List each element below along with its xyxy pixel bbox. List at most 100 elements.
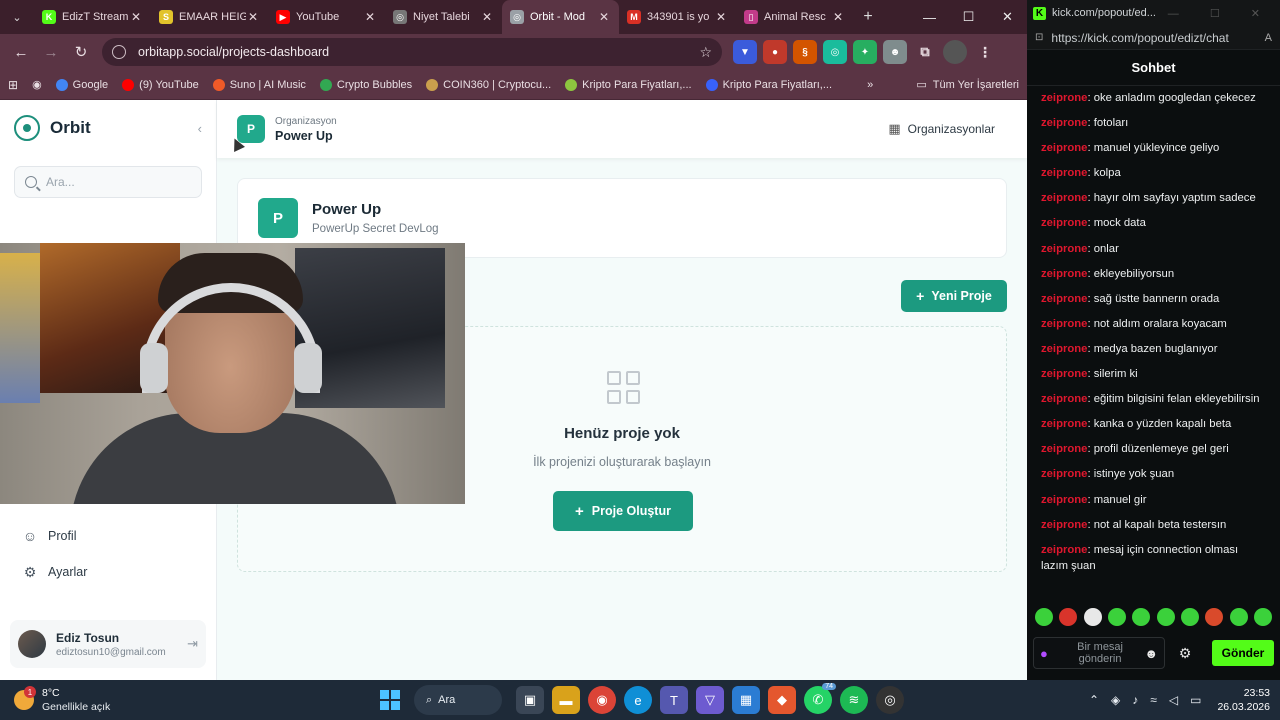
extension-leaf-icon[interactable]: ✦	[853, 40, 877, 64]
chat-message-input[interactable]: ● Bir mesaj gönderin ☻	[1033, 637, 1165, 669]
sidebar-item-ayarlar[interactable]: ⚙ Ayarlar	[0, 554, 216, 590]
chat-username[interactable]: zeiprone	[1041, 393, 1087, 405]
emote-icon[interactable]	[1107, 608, 1126, 626]
sidebar-search-input[interactable]: Ara...	[14, 166, 202, 198]
bookmark-item[interactable]: (9) YouTube	[122, 78, 199, 91]
tab-close-icon[interactable]: ✕	[363, 10, 377, 24]
chat-username[interactable]: zeiprone	[1041, 293, 1087, 305]
tab-close-icon[interactable]: ✕	[597, 10, 611, 24]
site-info-icon[interactable]	[112, 45, 126, 59]
clock[interactable]: 23:53 26.03.2026	[1217, 686, 1270, 714]
chat-username[interactable]: zeiprone	[1041, 544, 1087, 556]
file-explorer-icon[interactable]: ▬	[552, 686, 580, 714]
extension-flame-icon[interactable]: §	[793, 40, 817, 64]
collapse-sidebar-icon[interactable]: ‹	[198, 121, 202, 136]
emote-icon[interactable]	[1229, 608, 1248, 626]
browser-tab[interactable]: ▯ Animal Resc ✕	[736, 0, 853, 34]
battery-icon[interactable]: ▭	[1190, 693, 1201, 707]
chat-username[interactable]: zeiprone	[1041, 142, 1087, 154]
apps-grid-icon[interactable]: ⊞	[8, 78, 18, 92]
tray-chevron-icon[interactable]: ⌃	[1089, 693, 1099, 707]
chat-username[interactable]: zeiprone	[1041, 343, 1087, 355]
tray-app-icon[interactable]: ◈	[1111, 693, 1120, 707]
chat-username[interactable]: zeiprone	[1041, 268, 1087, 280]
browser-tab[interactable]: K EdizT Stream ✕	[34, 0, 151, 34]
store-icon[interactable]: ▦	[732, 686, 760, 714]
globe-icon[interactable]: ◉	[32, 78, 42, 91]
bookmark-item[interactable]: Crypto Bubbles	[319, 78, 412, 91]
browser-tab[interactable]: ◎ Orbit - Mod ✕	[502, 0, 619, 34]
emote-icon[interactable]	[1132, 608, 1151, 626]
chat-username[interactable]: zeiprone	[1041, 494, 1087, 506]
tab-close-icon[interactable]: ✕	[480, 10, 494, 24]
reload-button[interactable]: ↻	[66, 37, 96, 67]
task-view-icon[interactable]: ▣	[516, 686, 544, 714]
teams-icon[interactable]: T	[660, 686, 688, 714]
address-bar[interactable]: orbitapp.social/projects-dashboard ☆	[102, 38, 722, 66]
chat-username[interactable]: zeiprone	[1041, 92, 1087, 104]
tab-close-icon[interactable]: ✕	[246, 10, 260, 24]
back-button[interactable]: ←	[6, 37, 36, 67]
browser-tab[interactable]: S EMAAR HEIG ✕	[151, 0, 268, 34]
obs-icon[interactable]: ◎	[876, 686, 904, 714]
maximize-button[interactable]: ☐	[949, 0, 988, 34]
whatsapp-icon[interactable]: ✆ 74	[804, 683, 836, 714]
profile-avatar-icon[interactable]	[943, 40, 967, 64]
more-bookmarks-icon[interactable]: »	[867, 79, 873, 91]
start-button[interactable]	[380, 690, 400, 710]
emoji-icon[interactable]: ☻	[1144, 646, 1158, 661]
forward-button[interactable]: →	[36, 37, 66, 67]
chat-username[interactable]: zeiprone	[1041, 117, 1087, 129]
emote-icon[interactable]	[1205, 608, 1224, 626]
bookmark-item[interactable]: Suno | AI Music	[212, 78, 306, 91]
taskbar-search[interactable]: ⌕ Ara	[414, 685, 502, 715]
sidebar-item-profil[interactable]: ☺ Profil	[0, 518, 216, 554]
chat-username[interactable]: zeiprone	[1041, 192, 1087, 204]
tab-close-icon[interactable]: ✕	[714, 10, 728, 24]
bookmark-item[interactable]: Kripto Para Fiyatları,...	[705, 78, 832, 91]
send-button[interactable]: Gönder	[1212, 640, 1274, 666]
wifi-icon[interactable]: ≈	[1150, 693, 1157, 707]
reader-mode-icon[interactable]: A	[1265, 32, 1272, 44]
tab-close-icon[interactable]: ✕	[831, 10, 845, 24]
browser-tab[interactable]: ▶ YouTube ✕	[268, 0, 385, 34]
proton-vpn-icon[interactable]: ▽	[696, 686, 724, 714]
chat-username[interactable]: zeiprone	[1041, 519, 1087, 531]
volume-icon[interactable]: ◁	[1169, 693, 1178, 707]
all-bookmarks-folder[interactable]: ▭ Tüm Yer İşaretleri	[916, 78, 1019, 92]
tab-search-button[interactable]: ⌄	[0, 0, 34, 34]
chat-username[interactable]: zeiprone	[1041, 443, 1087, 455]
extension-fox-icon[interactable]: ●	[763, 40, 787, 64]
new-tab-button[interactable]: +	[853, 8, 883, 26]
extension-translate-icon[interactable]: ◎	[823, 40, 847, 64]
extension-face-icon[interactable]: ☻	[883, 40, 907, 64]
chat-username[interactable]: zeiprone	[1041, 167, 1087, 179]
logout-icon[interactable]: ⇥	[187, 636, 198, 652]
close-window-button[interactable]: ✕	[988, 0, 1027, 34]
browser-tab[interactable]: ◎ Niyet Talebi ✕	[385, 0, 502, 34]
browser-tab[interactable]: M 343901 is yo ✕	[619, 0, 736, 34]
edge-icon[interactable]: e	[624, 686, 652, 714]
create-project-button[interactable]: + Proje Oluştur	[553, 491, 693, 531]
user-profile-card[interactable]: Ediz Tosun ediztosun10@gmail.com ⇥	[10, 620, 206, 668]
emote-icon[interactable]	[1083, 608, 1102, 626]
bookmark-item[interactable]: Google	[55, 78, 108, 91]
bookmark-item[interactable]: COIN360 | Cryptocu...	[426, 78, 551, 91]
emote-icon[interactable]	[1180, 608, 1199, 626]
organizations-link[interactable]: ▦ Organizasyonlar	[888, 121, 1007, 137]
microphone-icon[interactable]: ♪	[1132, 693, 1138, 707]
browser-menu-icon[interactable]: ⋮	[973, 40, 997, 64]
emote-icon[interactable]	[1156, 608, 1175, 626]
bookmark-star-icon[interactable]: ☆	[699, 44, 712, 61]
chat-username[interactable]: zeiprone	[1041, 418, 1087, 430]
chat-username[interactable]: zeiprone	[1041, 318, 1087, 330]
spotify-icon[interactable]: ≋	[840, 686, 868, 714]
chat-username[interactable]: zeiprone	[1041, 217, 1087, 229]
chat-username[interactable]: zeiprone	[1041, 368, 1087, 380]
emote-icon[interactable]	[1059, 608, 1078, 626]
extension-shield-icon[interactable]: ▼	[733, 40, 757, 64]
chat-settings-icon[interactable]: ⚙	[1165, 645, 1205, 662]
window-controls[interactable]: — ☐ ✕	[1168, 7, 1274, 20]
weather-widget[interactable]: 1 8°C Genellikle açık	[0, 686, 200, 713]
emote-icon[interactable]	[1035, 608, 1053, 626]
